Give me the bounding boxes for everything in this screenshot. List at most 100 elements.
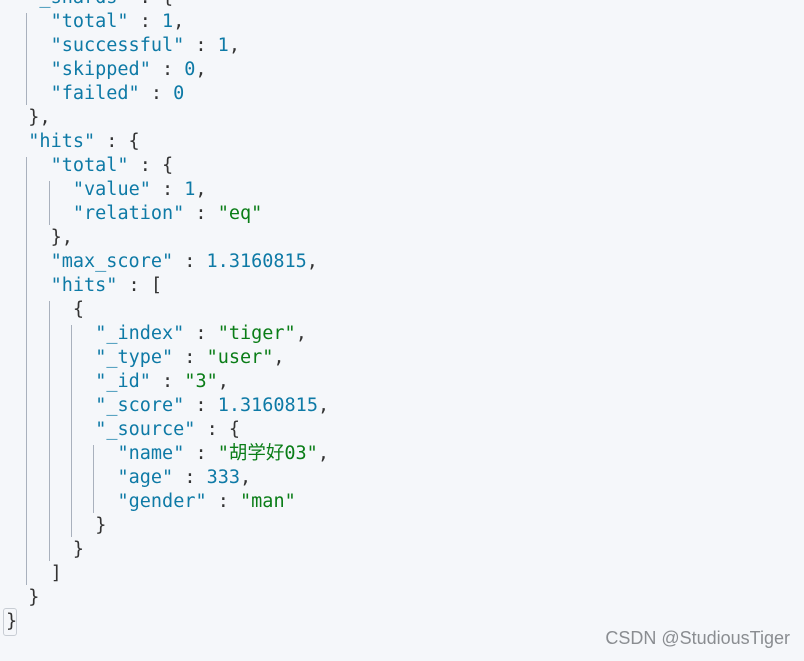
- json-number: 333: [206, 467, 241, 488]
- code-line: "failed" : 0: [51, 82, 185, 106]
- json-number: 1.3160815: [206, 251, 307, 272]
- code-line: "_type" : "user",: [95, 346, 284, 370]
- json-punctuation: :: [117, 275, 140, 296]
- json-number: 1: [161, 11, 174, 32]
- json-key: "age": [117, 467, 174, 488]
- json-punctuation: {: [128, 131, 140, 152]
- code-line: "total" : {: [51, 154, 174, 178]
- json-punctuation: ,: [228, 35, 240, 56]
- code-line: "_id" : "3",: [95, 370, 229, 394]
- json-punctuation: :: [129, 0, 151, 8]
- json-number: 1: [217, 35, 229, 56]
- indent-guide: [48, 301, 50, 561]
- json-number: 0: [173, 83, 185, 104]
- json-punctuation: :: [150, 371, 174, 392]
- code-line: {: [73, 298, 84, 322]
- watermark: CSDN @StudiousTiger: [605, 628, 790, 648]
- json-punctuation: {: [72, 299, 85, 320]
- json-punctuation: [207, 203, 218, 224]
- json-punctuation: {: [228, 419, 240, 440]
- json-punctuation: ,: [195, 179, 207, 200]
- json-punctuation: :: [150, 59, 174, 80]
- json-string: "user": [206, 347, 274, 368]
- indent-guide: [26, 157, 28, 585]
- code-line: ]: [51, 562, 62, 586]
- json-punctuation: [151, 11, 162, 32]
- json-punctuation: :: [173, 251, 196, 272]
- json-punctuation: ,: [173, 11, 185, 32]
- json-key: "hits": [28, 131, 96, 152]
- indent-guide: [26, 13, 28, 105]
- json-punctuation: [151, 155, 162, 176]
- code-line: "_index" : "tiger",: [95, 322, 307, 346]
- json-punctuation: ,: [317, 395, 330, 416]
- json-key: "_shards": [28, 0, 128, 8]
- code-line: "hits" : [: [51, 274, 162, 298]
- json-key: "_type": [95, 347, 174, 368]
- json-key: "failed": [50, 83, 140, 104]
- json-punctuation: }: [28, 107, 40, 128]
- json-punctuation: [151, 0, 162, 8]
- json-key: "name": [117, 443, 185, 464]
- code-line: "_shards" : {: [28, 0, 173, 10]
- code-line: }: [28, 586, 39, 610]
- json-punctuation: ,: [273, 347, 285, 368]
- code-line: "hits" : {: [28, 130, 139, 154]
- json-punctuation: :: [139, 83, 162, 104]
- json-punctuation: [195, 347, 206, 368]
- json-punctuation: [195, 467, 206, 488]
- json-punctuation: [: [150, 275, 162, 296]
- json-punctuation: :: [173, 347, 196, 368]
- json-key: "_score": [95, 395, 185, 416]
- json-key: "_source": [95, 419, 196, 440]
- json-key: "_id": [95, 371, 151, 392]
- json-punctuation: [195, 251, 206, 272]
- json-punctuation: ,: [217, 371, 229, 392]
- json-punctuation: :: [195, 419, 218, 440]
- code-line: "relation" : "eq": [73, 202, 262, 226]
- code-line: "gender" : "man": [118, 490, 296, 514]
- json-punctuation: [173, 59, 184, 80]
- json-number: 1.3160815: [217, 395, 318, 416]
- json-punctuation: [218, 419, 229, 440]
- json-key: "total": [50, 11, 129, 32]
- json-key: "successful": [50, 35, 185, 56]
- code-line: "_source" : {: [95, 418, 240, 442]
- json-punctuation: :: [184, 203, 207, 224]
- json-key: "hits": [50, 275, 118, 296]
- json-punctuation: :: [150, 179, 174, 200]
- code-line: "name" : "胡学好03",: [118, 442, 329, 466]
- code-line: "max_score" : 1.3160815,: [51, 250, 318, 274]
- json-punctuation: }: [50, 227, 62, 248]
- json-punctuation: [207, 395, 218, 416]
- json-punctuation: :: [206, 491, 229, 512]
- json-punctuation: [229, 491, 240, 512]
- json-key: "_index": [95, 323, 185, 344]
- indent-guide: [93, 445, 95, 513]
- json-punctuation: ,: [39, 107, 51, 128]
- json-punctuation: }: [72, 539, 85, 560]
- json-punctuation: ,: [306, 251, 318, 272]
- code-line: },: [51, 226, 73, 250]
- json-punctuation: ,: [240, 467, 252, 488]
- json-key: "total": [50, 155, 129, 176]
- code-line: }: [73, 538, 84, 562]
- json-punctuation: ]: [50, 563, 62, 584]
- json-punctuation: ,: [317, 443, 329, 464]
- json-key: "relation": [72, 203, 185, 224]
- code-line: }: [95, 514, 106, 538]
- json-punctuation: }: [28, 587, 40, 608]
- json-string: "man": [240, 491, 296, 512]
- json-key: "gender": [117, 491, 207, 512]
- json-punctuation: :: [173, 467, 196, 488]
- json-punctuation: ,: [295, 323, 307, 344]
- json-key: "max_score": [50, 251, 174, 272]
- code-line: },: [28, 106, 50, 130]
- json-punctuation: [207, 35, 218, 56]
- json-number: 1: [184, 179, 196, 200]
- json-punctuation: {: [162, 0, 173, 8]
- json-punctuation: ,: [195, 59, 207, 80]
- indent-guide: [70, 325, 72, 537]
- json-key: "value": [72, 179, 151, 200]
- json-punctuation: {: [161, 155, 174, 176]
